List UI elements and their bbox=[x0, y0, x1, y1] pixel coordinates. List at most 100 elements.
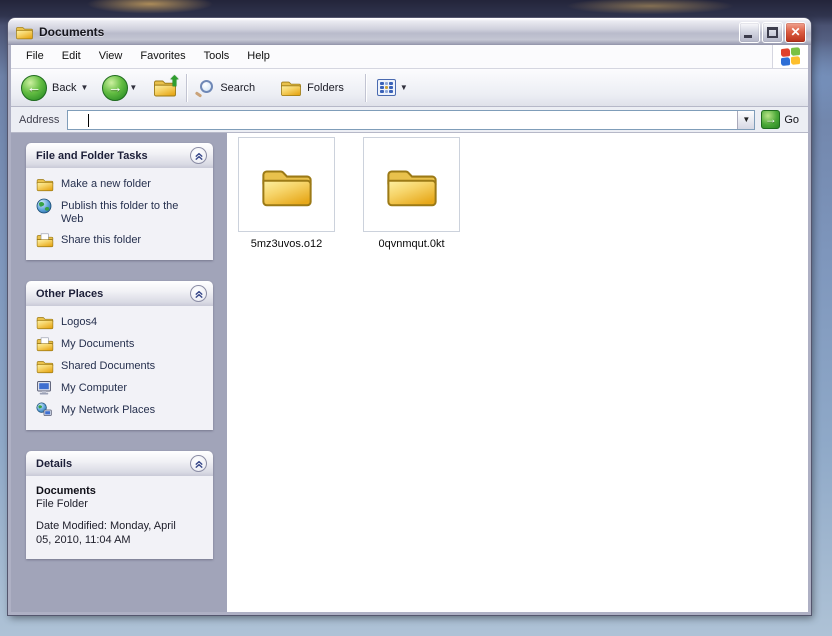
panel-details: Details Documents File Folder Date Modif… bbox=[26, 451, 213, 559]
go-label: Go bbox=[784, 113, 799, 126]
file-name: 5mz3uvos.o12 bbox=[250, 238, 323, 250]
close-button[interactable]: ✕ bbox=[785, 21, 806, 43]
window-title: Documents bbox=[39, 25, 105, 39]
task-label: Make a new folder bbox=[61, 178, 151, 190]
address-bar: Address ▼ → Go bbox=[11, 107, 808, 133]
explorer-window: Documents ✕ File Edit View Favorites Too… bbox=[8, 18, 811, 615]
forward-icon: → bbox=[102, 74, 129, 101]
windows-flag-icon bbox=[780, 46, 801, 66]
folders-icon bbox=[280, 78, 302, 97]
place-my-computer[interactable]: My Computer bbox=[36, 381, 205, 396]
folder-thumbnail bbox=[363, 137, 460, 232]
windows-logo bbox=[772, 45, 808, 68]
menu-bar: File Edit View Favorites Tools Help bbox=[11, 45, 808, 69]
title-bar[interactable]: Documents ✕ bbox=[8, 18, 811, 45]
go-button[interactable]: → Go bbox=[761, 110, 805, 129]
back-button[interactable]: ← Back ▼ bbox=[17, 73, 98, 103]
place-label: My Network Places bbox=[61, 404, 156, 416]
views-button[interactable]: ▼ bbox=[373, 77, 418, 98]
toolbar-separator bbox=[364, 73, 366, 102]
place-shared-documents[interactable]: Shared Documents bbox=[36, 359, 205, 374]
back-label: Back bbox=[52, 81, 77, 94]
task-share-folder[interactable]: Share this folder bbox=[36, 233, 205, 248]
search-button[interactable]: Search bbox=[194, 78, 262, 98]
folder-icon bbox=[36, 314, 54, 330]
address-field: ▼ bbox=[67, 109, 756, 130]
place-label: My Documents bbox=[61, 338, 135, 350]
collapse-button[interactable] bbox=[190, 147, 207, 164]
folder-icon bbox=[260, 161, 314, 209]
publish-globe-icon bbox=[36, 198, 52, 214]
forward-button[interactable]: → ▼ bbox=[98, 73, 147, 103]
task-label: Publish this folder to the Web bbox=[61, 200, 179, 225]
window-folder-icon bbox=[15, 24, 34, 40]
new-folder-icon bbox=[36, 176, 54, 192]
menu-help[interactable]: Help bbox=[238, 45, 279, 68]
menu-tools[interactable]: Tools bbox=[195, 45, 239, 68]
maximize-icon bbox=[767, 26, 778, 38]
minimize-button[interactable] bbox=[739, 21, 760, 43]
share-folder-icon bbox=[36, 232, 54, 248]
folder-icon bbox=[385, 161, 439, 209]
menu-view[interactable]: View bbox=[90, 45, 132, 68]
text-caret bbox=[88, 113, 90, 127]
panel-header-other-places[interactable]: Other Places bbox=[26, 281, 213, 306]
chevron-up-icon bbox=[194, 459, 204, 469]
file-list-view[interactable]: 5mz3uvos.o12 0qvnmqut.0kt bbox=[227, 133, 808, 612]
task-make-new-folder[interactable]: Make a new folder bbox=[36, 177, 205, 192]
details-folder-name: Documents bbox=[36, 485, 96, 497]
go-arrow-icon: → bbox=[761, 110, 781, 129]
address-label: Address bbox=[19, 113, 60, 126]
address-input[interactable] bbox=[68, 110, 738, 129]
up-arrow-icon: ⬆ bbox=[168, 72, 181, 89]
panel-title: Details bbox=[36, 457, 73, 470]
panel-title: Other Places bbox=[36, 287, 104, 300]
place-my-network-places[interactable]: My Network Places bbox=[36, 403, 205, 418]
place-label: Logos4 bbox=[61, 316, 98, 328]
toolbar-separator bbox=[186, 73, 188, 102]
panel-file-folder-tasks: File and Folder Tasks Make a new folder bbox=[26, 143, 213, 260]
details-folder-type: File Folder bbox=[36, 498, 88, 510]
place-label: My Computer bbox=[61, 382, 128, 394]
folder-thumbnail bbox=[238, 137, 335, 232]
file-name: 0qvnmqut.0kt bbox=[378, 238, 445, 250]
my-network-places-icon bbox=[36, 402, 52, 418]
up-button[interactable]: ⬆ bbox=[153, 72, 181, 100]
task-pane-sidebar: File and Folder Tasks Make a new folder bbox=[11, 133, 227, 612]
task-label: Share this folder bbox=[61, 234, 142, 246]
standard-buttons-toolbar: ← Back ▼ → ▼ ⬆ Search Folders ▼ bbox=[11, 69, 808, 107]
panel-title: File and Folder Tasks bbox=[36, 149, 148, 162]
collapse-button[interactable] bbox=[190, 285, 207, 302]
panel-header-file-folder-tasks[interactable]: File and Folder Tasks bbox=[26, 143, 213, 168]
maximize-button[interactable] bbox=[762, 21, 783, 43]
folders-label: Folders bbox=[307, 81, 344, 94]
shared-documents-icon bbox=[36, 358, 54, 374]
place-label: Shared Documents bbox=[61, 360, 156, 372]
details-date-modified: Date Modified: Monday, April 05, 2010, 1… bbox=[36, 520, 176, 546]
minimize-icon bbox=[744, 34, 752, 38]
back-dropdown-icon[interactable]: ▼ bbox=[80, 83, 88, 92]
forward-dropdown-icon[interactable]: ▼ bbox=[129, 83, 137, 92]
my-documents-icon bbox=[36, 336, 54, 352]
address-dropdown-button[interactable]: ▼ bbox=[737, 110, 755, 129]
panel-header-details[interactable]: Details bbox=[26, 451, 213, 476]
back-icon: ← bbox=[21, 74, 47, 101]
chevron-up-icon bbox=[194, 151, 204, 161]
file-tile[interactable]: 0qvnmqut.0kt bbox=[363, 137, 460, 250]
menu-favorites[interactable]: Favorites bbox=[131, 45, 194, 68]
views-icon bbox=[376, 79, 396, 96]
search-icon bbox=[200, 79, 214, 93]
chevron-up-icon bbox=[194, 289, 204, 299]
file-tile[interactable]: 5mz3uvos.o12 bbox=[238, 137, 335, 250]
place-my-documents[interactable]: My Documents bbox=[36, 337, 205, 352]
place-logos4[interactable]: Logos4 bbox=[36, 315, 205, 330]
collapse-button[interactable] bbox=[190, 455, 207, 472]
folders-button[interactable]: Folders bbox=[276, 76, 351, 99]
task-publish-folder[interactable]: Publish this folder to the Web bbox=[36, 199, 205, 226]
views-dropdown-icon[interactable]: ▼ bbox=[400, 83, 408, 92]
close-icon: ✕ bbox=[790, 24, 801, 39]
menu-edit[interactable]: Edit bbox=[53, 45, 90, 68]
panel-other-places: Other Places Logos4 My Documents Shared … bbox=[26, 281, 213, 430]
menu-file[interactable]: File bbox=[17, 45, 53, 68]
search-label: Search bbox=[220, 81, 256, 94]
